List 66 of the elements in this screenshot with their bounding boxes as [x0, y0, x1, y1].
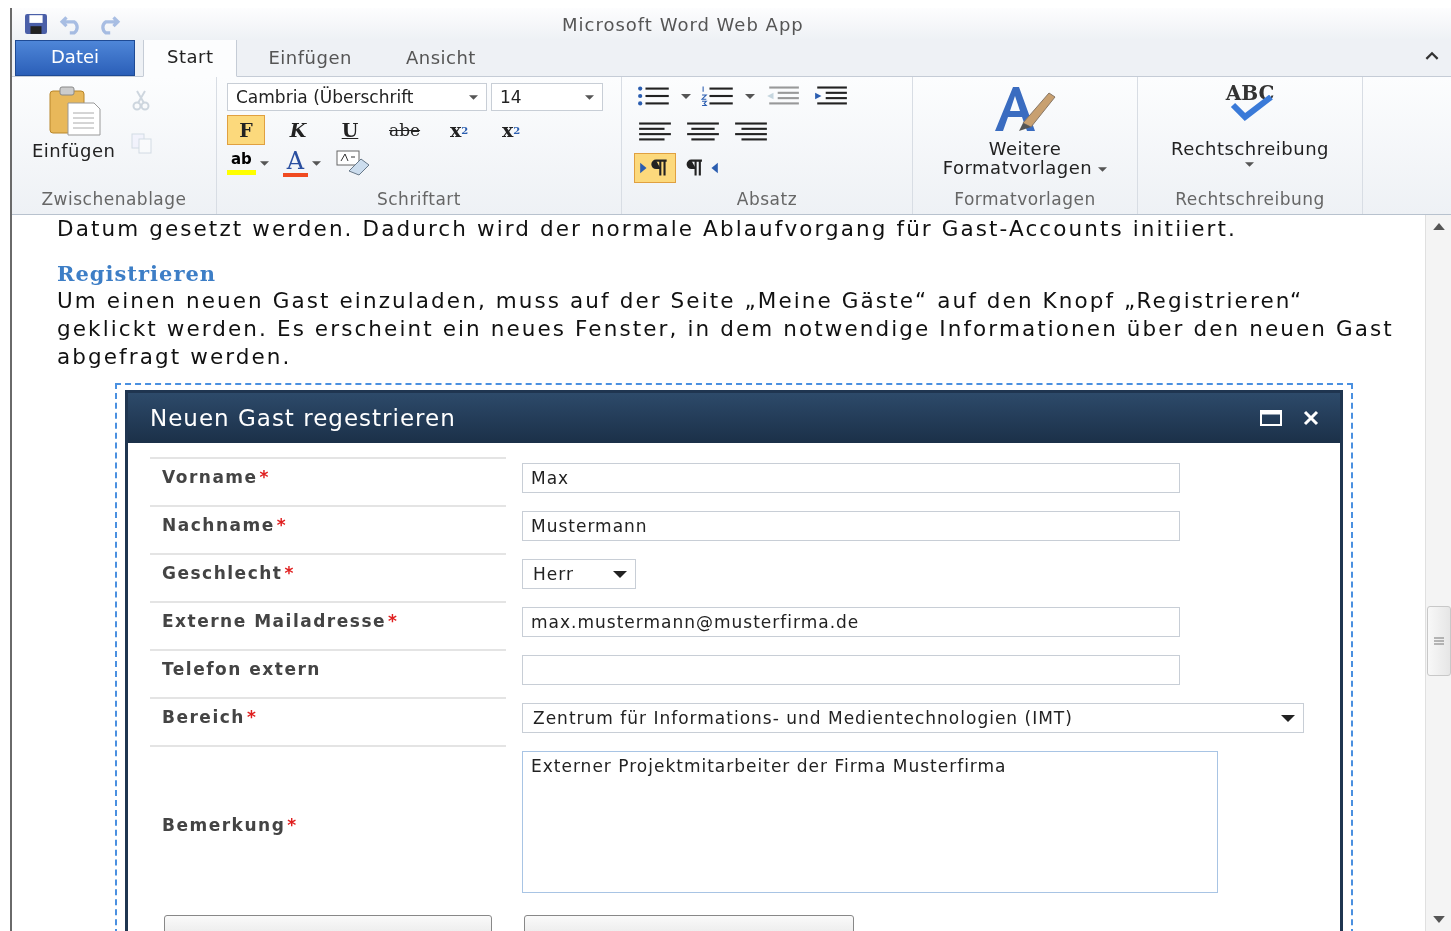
close-icon[interactable] — [1302, 410, 1320, 426]
section-heading: Registrieren — [57, 261, 218, 287]
required-marker: * — [246, 707, 256, 727]
dropdown-field[interactable]: Zentrum für Informations- und Medientechnologien (IMT) — [522, 703, 1304, 733]
field-label: Vorname — [162, 467, 258, 487]
ribbon-tab[interactable]: Ansicht — [382, 41, 499, 76]
caret-icon[interactable] — [680, 93, 692, 99]
caret-icon — [469, 94, 478, 100]
italic-button[interactable]: K — [279, 115, 317, 145]
required-marker: * — [388, 611, 397, 631]
group-label: Formatvorlagen — [953, 188, 1097, 211]
paste-button[interactable]: Einfügen — [16, 77, 122, 188]
left-to-right-icon[interactable] — [634, 153, 676, 183]
dropdown-field[interactable]: Herr — [522, 559, 636, 589]
field-label: Externe Mailadresse — [162, 611, 387, 631]
dialog-title: Neuen Gast regestrieren — [150, 405, 456, 431]
text-field[interactable]: max.mustermann@musterfirma.de — [522, 607, 1180, 637]
scroll-down-icon[interactable] — [1432, 916, 1445, 923]
caret-icon — [1245, 162, 1255, 167]
required-marker: * — [284, 563, 294, 583]
field-label: Nachname — [162, 515, 275, 535]
group-label: Schriftart — [375, 188, 463, 211]
required-marker: * — [259, 467, 269, 487]
text-area[interactable]: Externer Projektmitarbeiter der Firma Musterfirma — [522, 751, 1218, 893]
caret-icon[interactable] — [744, 93, 756, 99]
file-tab[interactable]: Datei — [15, 40, 135, 76]
scroll-up-icon[interactable] — [1432, 223, 1445, 230]
font-size-dropdown[interactable]: 14 — [491, 83, 603, 111]
ribbon-tab[interactable]: Einfügen — [245, 41, 375, 76]
field-label: Telefon extern — [162, 659, 321, 679]
scrollbar[interactable] — [1425, 215, 1451, 931]
caret-icon — [1281, 714, 1295, 722]
group-label: Absatz — [735, 188, 799, 211]
highlight-button[interactable]: ab — [227, 151, 269, 175]
eraser-icon[interactable] — [335, 149, 372, 177]
underline-button[interactable]: U — [331, 115, 369, 145]
caret-icon — [1098, 166, 1108, 172]
caret-icon — [259, 160, 269, 166]
caret-icon — [312, 160, 322, 166]
field-label: Bemerkung — [162, 815, 286, 835]
strikethrough-button[interactable]: abe — [383, 115, 427, 145]
styles-button[interactable]: Weitere Formatvorlagen — [917, 77, 1133, 188]
text-field[interactable]: Max — [522, 463, 1180, 493]
caret-icon — [613, 570, 627, 578]
required-marker: * — [287, 815, 297, 835]
ribbon-tab[interactable]: Start — [143, 39, 238, 77]
scroll-thumb[interactable] — [1426, 606, 1451, 676]
field-label: Bereich — [162, 707, 245, 727]
group-label: Rechtschreibung — [1174, 188, 1326, 211]
caret-icon — [585, 94, 594, 100]
group-label: Zwischenablage — [40, 188, 188, 211]
font-color-button[interactable]: A — [282, 149, 322, 177]
text-field[interactable]: Mustermann — [522, 511, 1180, 541]
body-text: Datum gesetzt werden. Dadurch wird der normale Ablaufvorgang für Gast-Accounts initiiert. — [57, 215, 1238, 243]
collapse-ribbon-icon[interactable] — [1425, 51, 1439, 60]
maximize-icon[interactable] — [1260, 410, 1282, 426]
superscript-button[interactable]: x$^{2}$ — [492, 115, 531, 145]
window-title: Microsoft Word Web App — [562, 13, 804, 35]
body-text: Um einen neuen Gast einzuladen, muss auf der Seite „Meine Gäste“ auf den Knopf „Registrieren“ geklickt werden. Es erscheint ein neues Fenster, in dem notwendige Informationen über den neuen Gast abgefragt werden. — [57, 287, 1395, 371]
save-icon[interactable] — [22, 13, 50, 35]
required-marker: * — [276, 515, 286, 535]
field-label: Geschlecht — [162, 563, 283, 583]
spelling-button[interactable]: ABC Rechtschreibung — [1170, 77, 1330, 188]
text-field[interactable] — [522, 655, 1180, 685]
font-name-dropdown[interactable]: Cambria (Überschrift — [227, 83, 487, 111]
bold-button[interactable]: F — [227, 115, 265, 145]
